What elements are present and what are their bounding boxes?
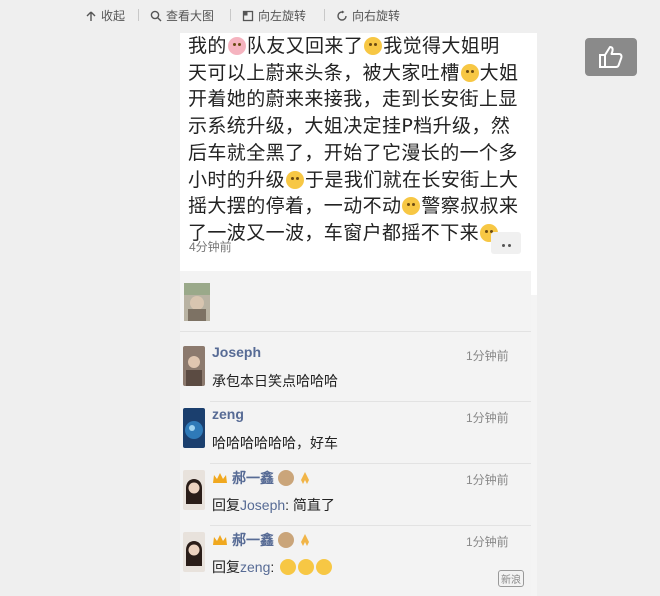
post-timestamp: 4分钟前 bbox=[189, 240, 232, 254]
post-line: 小时的升级 bbox=[188, 168, 286, 191]
thumbs-up-icon bbox=[599, 46, 623, 68]
post-line: 后车就全黑了，开始了它漫长的一个多 bbox=[188, 141, 518, 164]
comment-text: 回复zeng: bbox=[212, 557, 333, 577]
monkey-emoji-icon bbox=[278, 532, 294, 548]
collapse-button[interactable]: 收起 bbox=[85, 7, 125, 24]
laugh-emoji-icon bbox=[316, 559, 333, 575]
avatar[interactable] bbox=[183, 346, 205, 386]
post-line: 天可以上蔚来头条，被大家吐槽 bbox=[188, 61, 460, 84]
avatar[interactable] bbox=[183, 532, 205, 572]
comment-timestamp: 1分钟前 bbox=[466, 349, 509, 363]
like-button[interactable] bbox=[585, 38, 637, 76]
crown-icon bbox=[213, 535, 227, 545]
post-line: 于是我们就在长安街上大 bbox=[305, 168, 519, 191]
moments-post: 我的 队友又回来了 我觉得大姐明 天可以上蔚来头条，被大家吐槽 大姐 开着她的蔚来来接… bbox=[180, 33, 537, 295]
reply-text: : 简直了 bbox=[285, 497, 335, 513]
more-icon bbox=[500, 234, 512, 252]
post-line: 我的 bbox=[188, 35, 227, 57]
post-line: 示系统升级，大姐决定挂P档升级，然 bbox=[188, 115, 511, 138]
comment-text: 承包本日笑点哈哈哈 bbox=[212, 373, 338, 389]
divider bbox=[210, 401, 531, 402]
comment-item: 郝一鑫 回复zeng: 1分钟前 bbox=[180, 529, 531, 587]
chat-screenshot: 我的 队友又回来了 我觉得大姐明 天可以上蔚来头条，被大家吐槽 大姐 开着她的蔚来来接… bbox=[180, 33, 537, 596]
avatar[interactable] bbox=[184, 283, 210, 321]
commenter-name[interactable]: 郝一鑫 bbox=[212, 530, 312, 550]
comment-item: Joseph 承包本日笑点哈哈哈 1分钟前 bbox=[180, 343, 531, 401]
divider bbox=[230, 9, 231, 21]
rotate-right-button[interactable]: 向右旋转 bbox=[336, 7, 400, 24]
comment-timestamp: 1分钟前 bbox=[466, 473, 509, 487]
post-line: 队友又回来了 bbox=[246, 35, 364, 57]
comment-timestamp: 1分钟前 bbox=[466, 535, 509, 549]
grin-emoji-icon bbox=[364, 37, 383, 55]
rotate-right-icon bbox=[337, 10, 347, 21]
image-viewer-toolbar: 收起 查看大图 向左旋转 向右旋转 bbox=[0, 0, 660, 32]
watermark-logo: 新浪 bbox=[498, 570, 524, 587]
post-line: 大姐 bbox=[479, 61, 519, 84]
more-options-button[interactable] bbox=[491, 232, 521, 254]
commenter-name-text: 郝一鑫 bbox=[232, 470, 274, 486]
grin-emoji-icon bbox=[402, 197, 421, 216]
commenter-name-text: 郝一鑫 bbox=[232, 532, 274, 548]
watermark: 新浪 bbox=[498, 570, 524, 587]
grin-emoji-icon bbox=[460, 63, 479, 82]
divider bbox=[180, 331, 531, 332]
pig-emoji-icon bbox=[227, 37, 246, 55]
reply-prefix: 回复 bbox=[212, 497, 240, 513]
rotate-left-icon bbox=[242, 10, 254, 21]
commenter-name[interactable]: Joseph bbox=[212, 344, 261, 360]
comment-text: 哈哈哈哈哈哈，好车 bbox=[212, 435, 338, 451]
laugh-emoji-icon bbox=[298, 559, 315, 575]
commenter-name-text: zeng bbox=[212, 406, 244, 422]
comment-text: 回复Joseph: 简直了 bbox=[212, 495, 335, 515]
commenter-name-text: Joseph bbox=[212, 344, 262, 360]
post-line: 警察叔叔来 bbox=[421, 195, 519, 218]
praying-hands-icon bbox=[301, 472, 309, 484]
likers-row bbox=[180, 283, 531, 323]
view-large-label: 查看大图 bbox=[166, 9, 215, 23]
avatar[interactable] bbox=[183, 408, 205, 448]
comment-timestamp: 1分钟前 bbox=[466, 411, 509, 425]
divider bbox=[324, 9, 325, 21]
post-line: 摇大摆的停着，一动不动 bbox=[188, 195, 402, 218]
post-line: 我觉得大姐明 bbox=[383, 35, 500, 57]
grin-emoji-icon bbox=[286, 170, 305, 189]
commenter-name[interactable]: zeng bbox=[212, 406, 244, 422]
rotate-right-label: 向右旋转 bbox=[352, 9, 401, 23]
zoom-icon bbox=[150, 10, 162, 21]
divider bbox=[210, 463, 531, 464]
post-text: 我的 队友又回来了 我觉得大姐明 天可以上蔚来头条，被大家吐槽 大姐 开着她的蔚来来接… bbox=[188, 33, 528, 247]
post-line: 开着她的蔚来来接我，走到长安街上显 bbox=[188, 88, 518, 111]
reply-prefix: 回复 bbox=[212, 559, 240, 575]
reply-target[interactable]: zeng bbox=[240, 559, 270, 575]
collapse-label: 收起 bbox=[101, 9, 126, 23]
divider bbox=[210, 525, 531, 526]
avatar[interactable] bbox=[183, 470, 205, 510]
comment-section: Joseph 承包本日笑点哈哈哈 1分钟前 zeng 哈哈哈哈哈哈，好车 1分钟… bbox=[180, 271, 531, 596]
comment-item: zeng 哈哈哈哈哈哈，好车 1分钟前 bbox=[180, 405, 531, 463]
crown-icon bbox=[213, 473, 227, 483]
collapse-icon bbox=[86, 11, 96, 21]
view-large-button[interactable]: 查看大图 bbox=[150, 7, 214, 24]
laugh-emoji-icon bbox=[280, 559, 297, 575]
reply-text: : bbox=[270, 559, 275, 575]
divider bbox=[138, 9, 139, 21]
rotate-left-label: 向左旋转 bbox=[258, 9, 307, 23]
reply-target[interactable]: Joseph bbox=[240, 497, 285, 513]
monkey-emoji-icon bbox=[278, 470, 294, 486]
rotate-left-button[interactable]: 向左旋转 bbox=[242, 7, 306, 24]
commenter-name[interactable]: 郝一鑫 bbox=[212, 468, 312, 488]
comment-item: 郝一鑫 回复Joseph: 简直了 1分钟前 bbox=[180, 467, 531, 525]
praying-hands-icon bbox=[301, 534, 309, 546]
